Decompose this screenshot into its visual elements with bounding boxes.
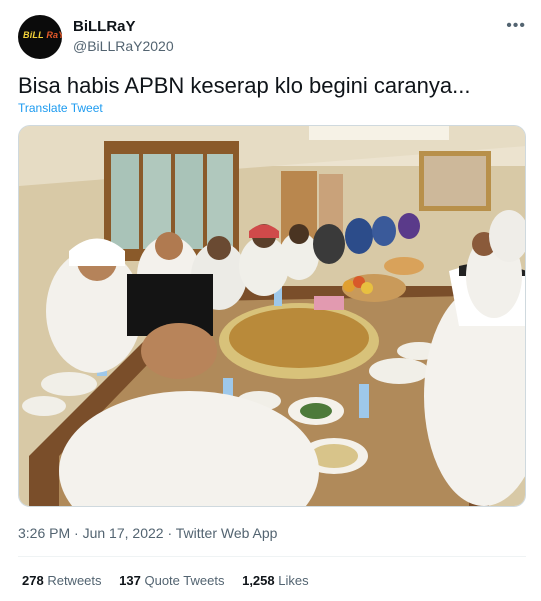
- user-handle[interactable]: @BiLLRaY2020: [73, 38, 174, 54]
- tweet-date[interactable]: Jun 17, 2022: [83, 525, 164, 541]
- tweet-source-app[interactable]: Twitter Web App: [176, 525, 278, 541]
- meta-separator: ·: [163, 525, 176, 541]
- display-name[interactable]: BiLLRaY: [73, 18, 136, 35]
- translate-tweet-link[interactable]: Translate Tweet: [18, 101, 103, 115]
- avatar-logo-part-a: BiLL: [23, 30, 47, 40]
- banquet-photo-illustration: [19, 126, 525, 506]
- divider: [18, 556, 526, 557]
- engagement-stats: 278 Retweets 137 Quote Tweets 1,258 Like…: [22, 573, 323, 588]
- likes-label: Likes: [278, 573, 309, 588]
- retweets-stat[interactable]: 278 Retweets: [22, 573, 102, 588]
- quote-tweets-stat[interactable]: 137 Quote Tweets: [119, 573, 224, 588]
- likes-count: 1,258: [242, 573, 275, 588]
- tweet-time[interactable]: 3:26 PM: [18, 525, 70, 541]
- tweet-metadata: 3:26 PM · Jun 17, 2022 · Twitter Web App: [18, 525, 277, 541]
- quote-tweets-count: 137: [119, 573, 141, 588]
- tweet-photo[interactable]: [18, 125, 526, 507]
- retweets-label: Retweets: [47, 573, 102, 588]
- quote-tweets-label: Quote Tweets: [144, 573, 225, 588]
- likes-stat[interactable]: 1,258 Likes: [242, 573, 309, 588]
- tweet-header: BiLL RaY BiLLRaY @BiLLRaY2020 •••: [18, 13, 528, 61]
- avatar-logo: BiLL RaY: [23, 30, 62, 40]
- retweets-count: 278: [22, 573, 44, 588]
- more-dots-icon[interactable]: •••: [506, 17, 526, 35]
- avatar-logo-part-b: RaY: [46, 30, 62, 40]
- avatar[interactable]: BiLL RaY: [18, 15, 62, 59]
- tweet-text: Bisa habis APBN keserap klo begini caran…: [18, 73, 471, 98]
- meta-separator: ·: [70, 525, 83, 541]
